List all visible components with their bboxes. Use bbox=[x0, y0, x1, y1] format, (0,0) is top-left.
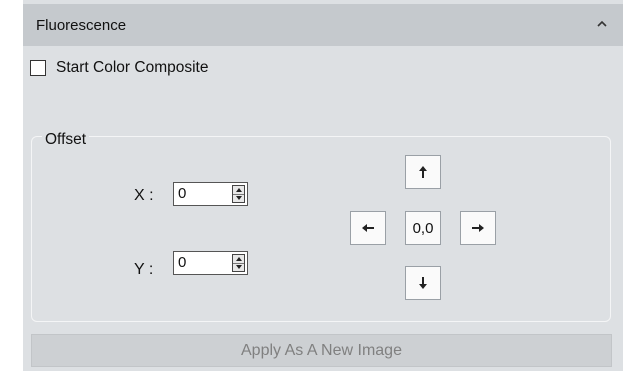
move-up-button[interactable] bbox=[405, 155, 441, 189]
x-decrement-button[interactable] bbox=[233, 194, 244, 202]
arrow-left-icon bbox=[361, 222, 375, 234]
move-left-button[interactable] bbox=[350, 211, 386, 245]
arrow-up-icon bbox=[417, 165, 429, 179]
move-down-button[interactable] bbox=[405, 266, 441, 300]
triangle-down-icon bbox=[235, 265, 242, 269]
chevron-up-icon[interactable] bbox=[595, 17, 609, 31]
move-right-button[interactable] bbox=[460, 211, 496, 245]
x-offset-spinbox[interactable]: 0 bbox=[173, 182, 248, 206]
y-offset-value: 0 bbox=[178, 254, 187, 271]
y-decrement-button[interactable] bbox=[233, 263, 244, 271]
apply-as-new-image-button[interactable]: Apply As A New Image bbox=[31, 334, 612, 367]
offset-legend: Offset bbox=[42, 131, 90, 149]
reset-offset-label: 0,0 bbox=[412, 219, 434, 237]
x-offset-spin-buttons[interactable] bbox=[232, 185, 245, 203]
y-label: Y : bbox=[134, 261, 154, 278]
y-offset-spinbox[interactable]: 0 bbox=[173, 251, 248, 275]
panel-title: Fluorescence bbox=[36, 17, 127, 34]
reset-offset-button[interactable]: 0,0 bbox=[405, 211, 441, 245]
start-color-composite-checkbox[interactable] bbox=[30, 60, 46, 76]
x-label: X : bbox=[134, 187, 154, 204]
arrow-down-icon bbox=[417, 276, 429, 290]
fluorescence-panel: Fluorescence Start Color Composite Offse… bbox=[23, 0, 623, 371]
triangle-down-icon bbox=[235, 196, 242, 200]
arrow-right-icon bbox=[471, 222, 485, 234]
offset-group: Offset X : 0 Y : 0 0,0 bbox=[31, 131, 611, 322]
y-offset-spin-buttons[interactable] bbox=[232, 254, 245, 272]
x-offset-value: 0 bbox=[178, 185, 187, 202]
triangle-up-icon bbox=[235, 188, 242, 192]
triangle-up-icon bbox=[235, 257, 242, 261]
start-color-composite-label: Start Color Composite bbox=[56, 59, 209, 76]
panel-header[interactable]: Fluorescence bbox=[23, 4, 623, 46]
